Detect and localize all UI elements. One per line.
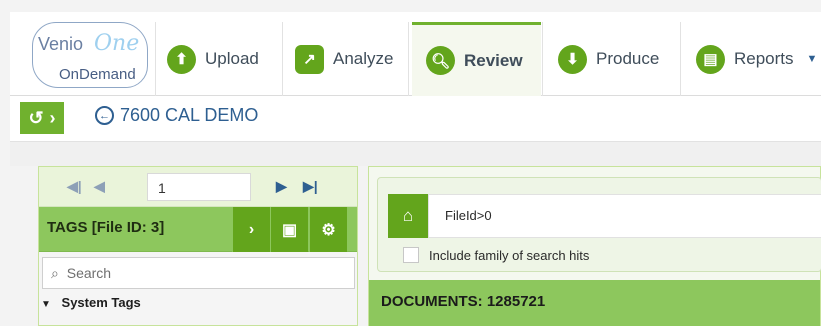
- tab-review-label: Review: [464, 50, 523, 70]
- last-page-icon[interactable]: ▶|: [303, 178, 318, 195]
- query-input[interactable]: FileId>0: [428, 194, 821, 238]
- analyze-icon: ↗: [295, 44, 324, 74]
- first-page-icon[interactable]: ◀|: [67, 178, 82, 195]
- nav-separator: [155, 22, 156, 96]
- logo-name-part2: One: [94, 31, 140, 56]
- tags-search-input[interactable]: ⌕ Search: [42, 257, 355, 289]
- history-button[interactable]: ↺ ›: [20, 102, 64, 134]
- documents-count: DOCUMENTS: 1285721: [381, 293, 546, 310]
- main-navbar: Venio One OnDemand ⬆ Upload ↗ Analyze 🔍︎…: [10, 12, 821, 96]
- document-pager: ◀| ◀ 1 ▶ ▶|: [39, 167, 357, 207]
- search-query-box: ⌂ FileId>0 Include family of search hits: [377, 177, 821, 272]
- home-button[interactable]: ⌂: [388, 194, 428, 238]
- nav-separator: [680, 22, 681, 96]
- chevron-down-icon: ▼: [806, 53, 818, 65]
- chevron-right-icon: ›: [248, 220, 255, 238]
- expand-tags-button[interactable]: ›: [232, 207, 270, 252]
- tab-upload[interactable]: ⬆ Upload: [167, 22, 279, 96]
- tags-panel: ◀| ◀ 1 ▶ ▶| TAGS [File ID: 3] › ▣ ⚙ ⌕ Se…: [38, 166, 358, 326]
- case-title: 7600 CAL DEMO: [120, 105, 259, 125]
- family-checkbox[interactable]: [403, 247, 419, 263]
- app-frame: Venio One OnDemand ⬆ Upload ↗ Analyze 🔍︎…: [0, 0, 821, 326]
- nav-separator: [542, 22, 543, 96]
- case-breadcrumb[interactable]: ← 7600 CAL DEMO: [95, 105, 258, 126]
- review-panel: ⌂ FileId>0 Include family of search hits…: [368, 166, 821, 326]
- case-bar: ↺ › ← 7600 CAL DEMO: [10, 96, 821, 142]
- tags-title: TAGS [File ID: 3]: [47, 219, 165, 236]
- tab-reports[interactable]: ▤ Reports ▼: [696, 22, 821, 96]
- documents-count-bar: DOCUMENTS: 1285721: [369, 280, 820, 326]
- search-placeholder: Search: [66, 265, 112, 281]
- gap-band: [10, 142, 821, 166]
- home-icon: ⌂: [402, 206, 414, 225]
- tab-produce[interactable]: ⬇ Produce: [558, 22, 678, 96]
- history-icon: ↺: [28, 107, 44, 128]
- tab-analyze[interactable]: ↗ Analyze: [295, 22, 409, 96]
- chevron-right-icon: ›: [49, 107, 56, 128]
- tag-settings-button[interactable]: ⚙: [309, 207, 347, 252]
- system-tags-label: System Tags: [61, 295, 141, 310]
- gear-icon: ⚙: [321, 221, 336, 239]
- nav-separator: [408, 22, 409, 96]
- search-icon: 🔍︎: [426, 46, 455, 75]
- page-number-input[interactable]: 1: [147, 173, 251, 201]
- system-tags-node[interactable]: ▼ System Tags: [41, 295, 141, 310]
- tab-produce-label: Produce: [596, 49, 660, 68]
- tab-analyze-label: Analyze: [333, 49, 394, 68]
- prev-page-icon[interactable]: ◀: [94, 178, 105, 195]
- tab-reports-label: Reports: [734, 49, 794, 68]
- venio-logo[interactable]: Venio One OnDemand: [32, 22, 152, 98]
- tab-review[interactable]: 🔍︎ Review: [412, 22, 541, 96]
- nav-separator: [282, 22, 283, 96]
- caret-down-icon: ▼: [41, 299, 51, 310]
- save-tags-button[interactable]: ▣: [270, 207, 308, 252]
- tab-upload-label: Upload: [205, 49, 259, 68]
- logo-name-part1: Venio: [38, 34, 84, 54]
- back-arrow-icon: ←: [95, 106, 114, 125]
- reports-icon: ▤: [696, 44, 725, 74]
- tags-header: TAGS [File ID: 3] › ▣ ⚙: [39, 207, 357, 252]
- upload-icon: ⬆: [167, 44, 196, 74]
- top-strip: [0, 0, 821, 12]
- produce-icon: ⬇: [558, 44, 587, 74]
- save-icon: ▣: [281, 221, 298, 239]
- family-label: Include family of search hits: [429, 247, 590, 263]
- next-page-icon[interactable]: ▶: [276, 178, 287, 195]
- family-search-option[interactable]: Include family of search hits: [403, 247, 589, 263]
- logo-tagline: OnDemand: [59, 66, 136, 83]
- search-icon: ⌕: [51, 265, 59, 281]
